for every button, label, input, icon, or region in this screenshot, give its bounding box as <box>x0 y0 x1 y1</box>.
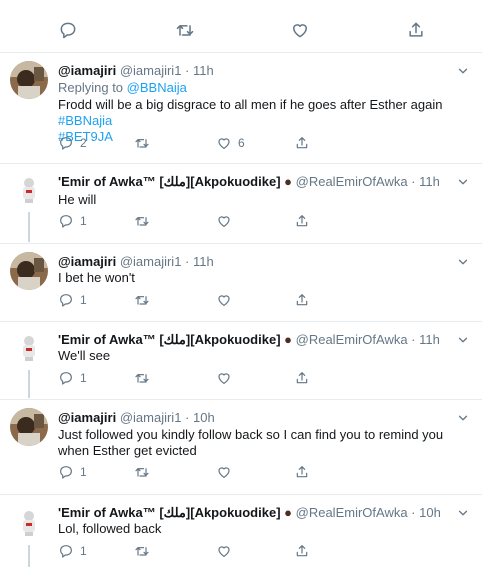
tweet-actions: 1 <box>58 543 358 559</box>
reply-button[interactable]: 1 <box>58 370 87 386</box>
avatar[interactable] <box>10 61 48 99</box>
fist-emoji: ● <box>284 505 293 520</box>
reply-count: 1 <box>80 544 87 558</box>
display-name[interactable]: @iamajiri <box>58 254 116 269</box>
reply-count: 1 <box>80 465 87 479</box>
tweet-text: Lol, followed back <box>58 521 162 536</box>
previous-tweet-actions <box>0 0 482 53</box>
display-name[interactable]: @iamajiri <box>58 63 116 78</box>
chevron-down-icon[interactable] <box>456 506 470 520</box>
retweet-icon[interactable] <box>175 20 195 40</box>
thread-line <box>28 212 30 242</box>
chevron-down-icon[interactable] <box>456 255 470 269</box>
tweet[interactable]: @iamajiri @iamajiri1 · 10h Just followed… <box>0 399 482 495</box>
like-button[interactable] <box>216 370 232 386</box>
avatar[interactable] <box>10 328 48 366</box>
tweet-header: 'Emir of Awka™ [ملك][Akpokuodike] ● @Rea… <box>58 332 440 348</box>
avatar[interactable] <box>10 252 48 290</box>
like-button[interactable] <box>216 464 232 480</box>
reply-button[interactable]: 1 <box>58 543 87 559</box>
chevron-down-icon[interactable] <box>456 64 470 78</box>
tweet-header: @iamajiri @iamajiri1 · 10h <box>58 410 215 425</box>
thread-line <box>28 545 30 567</box>
reply-icon[interactable] <box>58 20 78 40</box>
share-button[interactable] <box>294 213 310 229</box>
like-button[interactable] <box>216 213 232 229</box>
handle-time: @RealEmirOfAwka · 11h <box>295 332 440 347</box>
handle-time: @iamajiri1 · 11h <box>119 254 214 269</box>
tweet-actions: 1 <box>58 292 358 308</box>
tweet-text: We'll see <box>58 348 111 363</box>
tweet-header: 'Emir of Awka™ [ملك][Akpokuodike] ● @Rea… <box>58 505 441 521</box>
tweet-actions: 1 <box>58 370 358 386</box>
reply-button[interactable]: 1 <box>58 464 87 480</box>
tweet-text-content: Frodd will be a big disgrace to all men … <box>58 97 443 112</box>
thread-line <box>28 370 30 398</box>
fist-emoji: ● <box>284 174 293 189</box>
handle-time: @RealEmirOfAwka · 11h <box>295 174 440 189</box>
reply-count: 1 <box>80 214 87 228</box>
tweet-header: @iamajiri @iamajiri1 · 11h <box>58 254 214 269</box>
retweet-button[interactable] <box>134 370 150 386</box>
tweet[interactable]: @iamajiri @iamajiri1 · 11h Replying to @… <box>0 53 482 163</box>
handle-time: @RealEmirOfAwka · 10h <box>295 505 441 520</box>
tweet[interactable]: 'Emir of Awka™ [ملك][Akpokuodike] ● @Rea… <box>0 494 482 567</box>
avatar[interactable] <box>10 503 48 541</box>
reply-count: 1 <box>80 293 87 307</box>
tweet-header: @iamajiri @iamajiri1 · 11h <box>58 63 214 78</box>
tweet-actions: 1 <box>58 213 358 229</box>
display-name[interactable]: @iamajiri <box>58 410 116 425</box>
tweet[interactable]: 'Emir of Awka™ [ملك][Akpokuodike] ● @Rea… <box>0 163 482 244</box>
chevron-down-icon[interactable] <box>456 175 470 189</box>
retweet-button[interactable] <box>134 543 150 559</box>
like-button[interactable] <box>216 292 232 308</box>
handle-time: @iamajiri1 · 10h <box>119 410 215 425</box>
reply-button[interactable]: 1 <box>58 292 87 308</box>
display-name[interactable]: 'Emir of Awka™ [ملك][Akpokuodike] <box>58 174 281 189</box>
tweet[interactable]: 'Emir of Awka™ [ملك][Akpokuodike] ● @Rea… <box>0 321 482 400</box>
tweet-actions: 1 <box>58 464 358 480</box>
reply-button[interactable]: 1 <box>58 213 87 229</box>
share-icon[interactable] <box>406 20 426 40</box>
reply-count: 1 <box>80 371 87 385</box>
like-button[interactable]: 6 <box>216 135 245 151</box>
share-button[interactable] <box>294 370 310 386</box>
display-name[interactable]: 'Emir of Awka™ [ملك][Akpokuodike] <box>58 505 281 520</box>
share-button[interactable] <box>294 135 310 151</box>
fist-emoji: ● <box>284 332 293 347</box>
tweet-text: Just followed you kindly follow back so … <box>58 427 444 458</box>
tweet-header: 'Emir of Awka™ [ملك][Akpokuodike] ● @Rea… <box>58 174 440 190</box>
tweet-actions: 2 6 <box>58 135 358 151</box>
like-count: 6 <box>238 136 245 150</box>
retweet-button[interactable] <box>134 135 150 151</box>
avatar[interactable] <box>10 170 48 208</box>
reply-count: 2 <box>80 136 87 150</box>
replying-to-label: Replying to <box>58 80 127 95</box>
chevron-down-icon[interactable] <box>456 333 470 347</box>
replying-to-link[interactable]: @BBNaija <box>127 80 187 95</box>
tweet[interactable]: @iamajiri @iamajiri1 · 11h I bet he won'… <box>0 243 482 322</box>
reply-button[interactable]: 2 <box>58 135 87 151</box>
display-name[interactable]: 'Emir of Awka™ [ملك][Akpokuodike] <box>58 332 281 347</box>
like-icon[interactable] <box>290 20 310 40</box>
share-button[interactable] <box>294 292 310 308</box>
tweet-text: He will <box>58 192 97 207</box>
handle-time: @iamajiri1 · 11h <box>119 63 214 78</box>
avatar[interactable] <box>10 408 48 446</box>
replying-to: Replying to @BBNaija <box>58 80 187 95</box>
hashtag-link[interactable]: #BBNajia <box>58 113 112 128</box>
retweet-button[interactable] <box>134 464 150 480</box>
chevron-down-icon[interactable] <box>456 411 470 425</box>
retweet-button[interactable] <box>134 292 150 308</box>
retweet-button[interactable] <box>134 213 150 229</box>
share-button[interactable] <box>294 543 310 559</box>
like-button[interactable] <box>216 543 232 559</box>
tweet-text: I bet he won't <box>58 270 135 285</box>
share-button[interactable] <box>294 464 310 480</box>
